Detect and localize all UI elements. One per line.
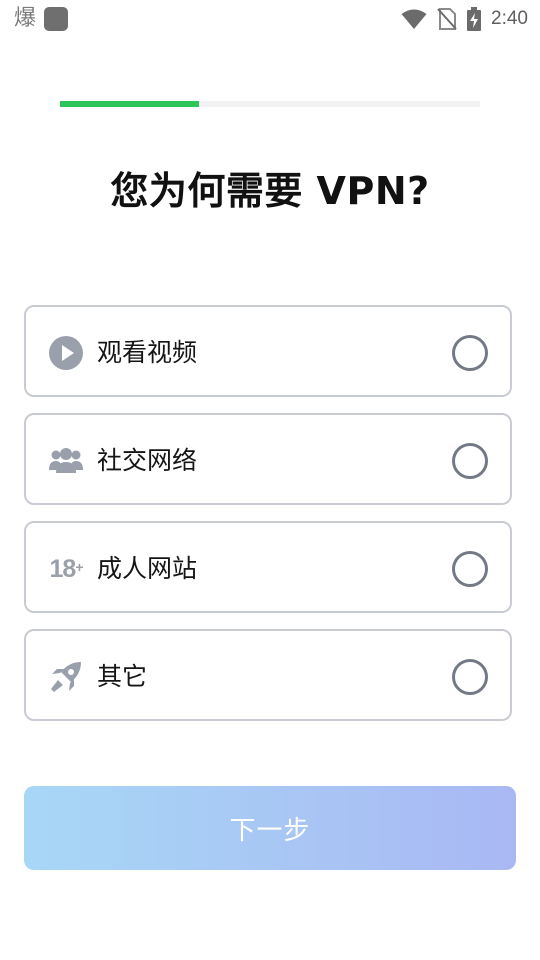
18-plus-icon: 18 + <box>48 551 84 587</box>
wifi-icon <box>401 9 427 29</box>
progress-bar <box>60 101 480 107</box>
status-time: 2:40 <box>491 8 528 29</box>
option-label: 观看视频 <box>97 338 198 367</box>
page-title: 您为何需要 VPN? <box>110 169 430 213</box>
18-plus-sign: + <box>75 559 83 575</box>
battery-charging-icon <box>467 7 482 31</box>
next-step-label: 下一步 <box>229 815 311 846</box>
option-radio[interactable] <box>452 443 488 479</box>
play-icon <box>48 335 84 371</box>
option-watch-video[interactable]: 观看视频 <box>24 305 512 397</box>
next-step-button[interactable]: 下一步 <box>24 786 516 870</box>
people-icon <box>48 443 84 479</box>
option-label: 成人网站 <box>97 554 198 583</box>
option-label: 社交网络 <box>97 446 198 475</box>
status-right: 2:40 <box>401 6 528 32</box>
progress-fill <box>60 101 199 107</box>
option-adult-sites[interactable]: 18 + 成人网站 <box>24 521 512 613</box>
option-radio[interactable] <box>452 551 488 587</box>
notification-icon <box>44 7 69 31</box>
18-plus-number: 18 <box>49 554 77 583</box>
option-radio[interactable] <box>452 335 488 371</box>
status-bar: 爆 2:40 <box>0 0 540 38</box>
option-label: 其它 <box>97 662 148 691</box>
rocket-icon <box>48 659 84 695</box>
option-radio[interactable] <box>452 659 488 695</box>
no-sim-icon <box>437 8 457 30</box>
option-social-network[interactable]: 社交网络 <box>24 413 512 505</box>
option-other[interactable]: 其它 <box>24 629 512 721</box>
app-notification-glyph: 爆 <box>14 6 37 31</box>
status-left: 爆 <box>14 6 69 32</box>
